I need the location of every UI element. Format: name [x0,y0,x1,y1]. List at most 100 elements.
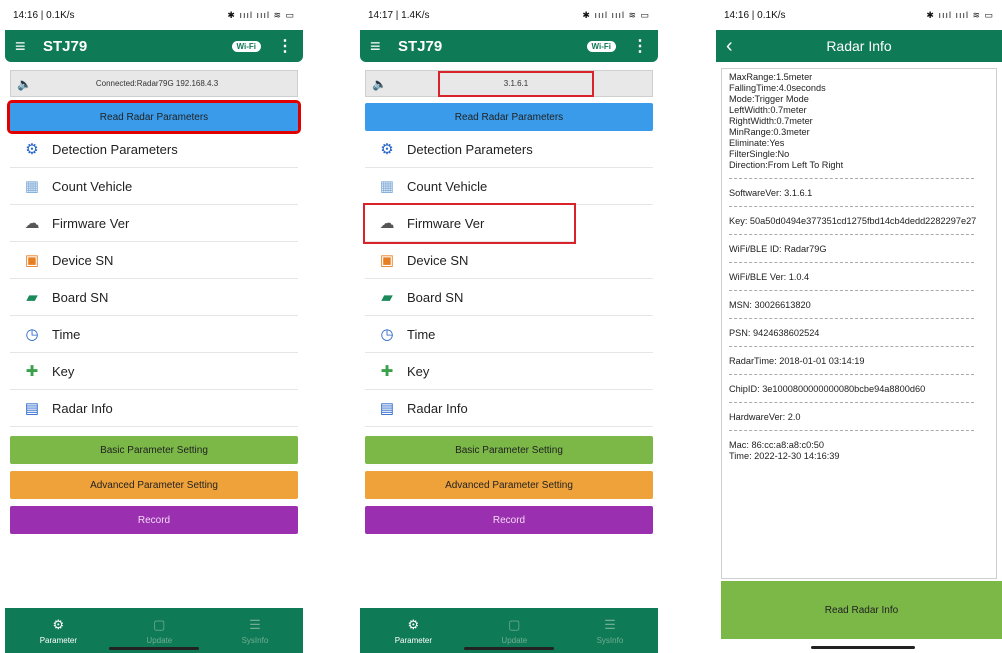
record-button[interactable]: Record [365,506,653,534]
board-icon: ▰ [26,289,38,306]
hamburger-menu-icon[interactable]: ≡ [15,36,43,57]
menu-item-label: Board SN [407,289,464,305]
status-icons: ✱ ıııl ıııl ≋ ▭ [582,9,650,20]
menu-item-device-sn[interactable]: ▣ Device SN [10,242,298,279]
hamburger-menu-icon[interactable]: ≡ [370,36,398,57]
back-arrow-icon[interactable]: ‹ [726,35,766,58]
status-icons: ✱ ıııl ıııl ≋ ▭ [926,9,994,20]
tab-sysinfo[interactable]: ☰ SysInfo [242,617,269,645]
psn-value: PSN: 9424638602524 [729,328,820,338]
menu-item-time[interactable]: ◷ Time [10,316,298,353]
menu-item-board-sn[interactable]: ▰ Board SN [10,279,298,316]
menu-item-detection-parameters[interactable]: ⚙ Detection Parameters [365,131,653,168]
divider [729,367,974,375]
divider [729,283,974,291]
more-options-icon[interactable]: ⋮ [632,36,648,56]
menu-item-radar-info[interactable]: ▤ Radar Info [365,390,653,427]
gear-icon: ⚙ [407,616,420,632]
menu-item-count-vehicle[interactable]: ▦ Count Vehicle [10,168,298,205]
param-left-width: LeftWidth:0.7meter [729,105,807,115]
advanced-parameter-setting-button[interactable]: Advanced Parameter Setting [10,471,298,499]
phone-screen-3: 14:16 | 0.1K/s ✱ ıııl ıııl ≋ ▭ ‹ Radar I… [716,0,1002,653]
param-mode: Mode:Trigger Mode [729,94,809,104]
status-icons: ✱ ıııl ıııl ≋ ▭ [227,9,295,20]
param-filter-single: FilterSingle:No [729,149,790,159]
menu-item-key[interactable]: ✚ Key [365,353,653,390]
divider [729,171,974,179]
read-radar-parameters-button[interactable]: Read Radar Parameters [365,103,653,131]
clock-icon: ◷ [380,326,394,343]
divider [729,311,974,319]
status-bar: 14:17 | 1.4K/s ✱ ıııl ıııl ≋ ▭ [360,0,658,30]
hardware-version: HardwareVer: 2.0 [729,412,801,422]
param-max-range: MaxRange:1.5meter [729,72,813,82]
sliders-icon: ☰ [604,616,616,632]
menu-item-label: Firmware Ver [407,215,485,231]
sliders-icon: ☰ [249,616,261,632]
bottom-nav: ⚙ Parameter ▢ Update ☰ SysInfo [360,608,658,653]
menu-item-board-sn[interactable]: ▰ Board SN [365,279,653,316]
wifi-ble-id: WiFi/BLE ID: Radar79G [729,244,827,254]
tab-update[interactable]: ▢ Update [146,617,172,645]
status-time: 14:17 | 1.4K/s [368,9,430,21]
speaker-icon[interactable]: 🔈 [11,77,37,91]
menu-item-label: Count Vehicle [407,178,488,194]
app-bar: ≡ STJ79 Wi-Fi ⋮ [5,30,303,62]
tab-parameter[interactable]: ⚙ Parameter [395,617,432,645]
param-direction: Direction:From Left To Right [729,160,844,170]
connection-bar: 🔈 3.1.6.1 [365,70,653,97]
radar-time: RadarTime: 2018-01-01 03:14:19 [729,356,865,366]
menu-item-time[interactable]: ◷ Time [365,316,653,353]
menu-item-detection-parameters[interactable]: ⚙ Detection Parameters [10,131,298,168]
gear-icon: ⚙ [52,616,65,632]
read-radar-parameters-button[interactable]: Read Radar Parameters [7,100,301,134]
app-bar: ‹ Radar Info [716,30,1002,62]
tab-update[interactable]: ▢ Update [501,617,527,645]
menu-item-label: Time [52,326,81,342]
divider [729,395,974,403]
menu-item-label: Firmware Ver [52,215,130,231]
menu-item-label: Key [407,363,430,379]
menu-item-firmware-ver[interactable]: ☁ Firmware Ver [10,205,298,242]
bottom-nav: ⚙ Parameter ▢ Update ☰ SysInfo [5,608,303,653]
menu-item-label: Time [407,326,436,342]
record-button[interactable]: Record [10,506,298,534]
speaker-icon[interactable]: 🔈 [366,77,392,91]
tab-parameter[interactable]: ⚙ Parameter [40,617,77,645]
menu-item-radar-info[interactable]: ▤ Radar Info [10,390,298,427]
app-title: STJ79 [43,37,88,55]
wifi-badge[interactable]: Wi-Fi [231,40,261,52]
tab-label: SysInfo [241,635,269,645]
key-icon: ✚ [25,363,39,380]
basic-parameter-setting-button[interactable]: Basic Parameter Setting [365,436,653,464]
menu-item-key[interactable]: ✚ Key [10,353,298,390]
info-time: Time: 2022-12-30 14:16:39 [729,451,840,461]
tab-label: Update [146,635,173,645]
read-radar-info-button[interactable]: Read Radar Info [721,581,1002,639]
menu-item-count-vehicle[interactable]: ▦ Count Vehicle [365,168,653,205]
menu-item-label: Count Vehicle [52,178,133,194]
tab-label: Update [501,635,528,645]
monitor-icon: ▤ [24,400,40,417]
menu-item-firmware-ver[interactable]: ☁ Firmware Ver [363,203,576,244]
app-title: STJ79 [398,37,443,55]
chip-id: ChipID: 3e1000800000000080bcbe94a8800d60 [729,384,926,394]
status-bar: 14:16 | 0.1K/s ✱ ıııl ıııl ≋ ▭ [5,0,303,30]
menu-item-device-sn[interactable]: ▣ Device SN [365,242,653,279]
phone-screen-2: 14:17 | 1.4K/s ✱ ıııl ıııl ≋ ▭ ≡ STJ79 W… [360,0,658,653]
radar-info-panel: MaxRange:1.5meter FallingTime:4.0seconds… [721,68,997,579]
divider [729,339,974,347]
update-icon: ▢ [153,616,166,632]
wifi-badge[interactable]: Wi-Fi [586,40,616,52]
cloud-icon: ☁ [24,215,40,232]
basic-parameter-setting-button[interactable]: Basic Parameter Setting [10,436,298,464]
connection-bar: 🔈 Connected:Radar79G 192.168.4.3 [10,70,298,97]
more-options-icon[interactable]: ⋮ [277,36,293,56]
firmware-version-display: 3.1.6.1 [438,70,594,97]
advanced-parameter-setting-button[interactable]: Advanced Parameter Setting [365,471,653,499]
car-icon: ▦ [379,178,395,195]
clock-icon: ◷ [25,326,39,343]
gear-icon: ⚙ [380,141,394,158]
tab-sysinfo[interactable]: ☰ SysInfo [597,617,624,645]
qr-icon: ▣ [24,252,40,269]
